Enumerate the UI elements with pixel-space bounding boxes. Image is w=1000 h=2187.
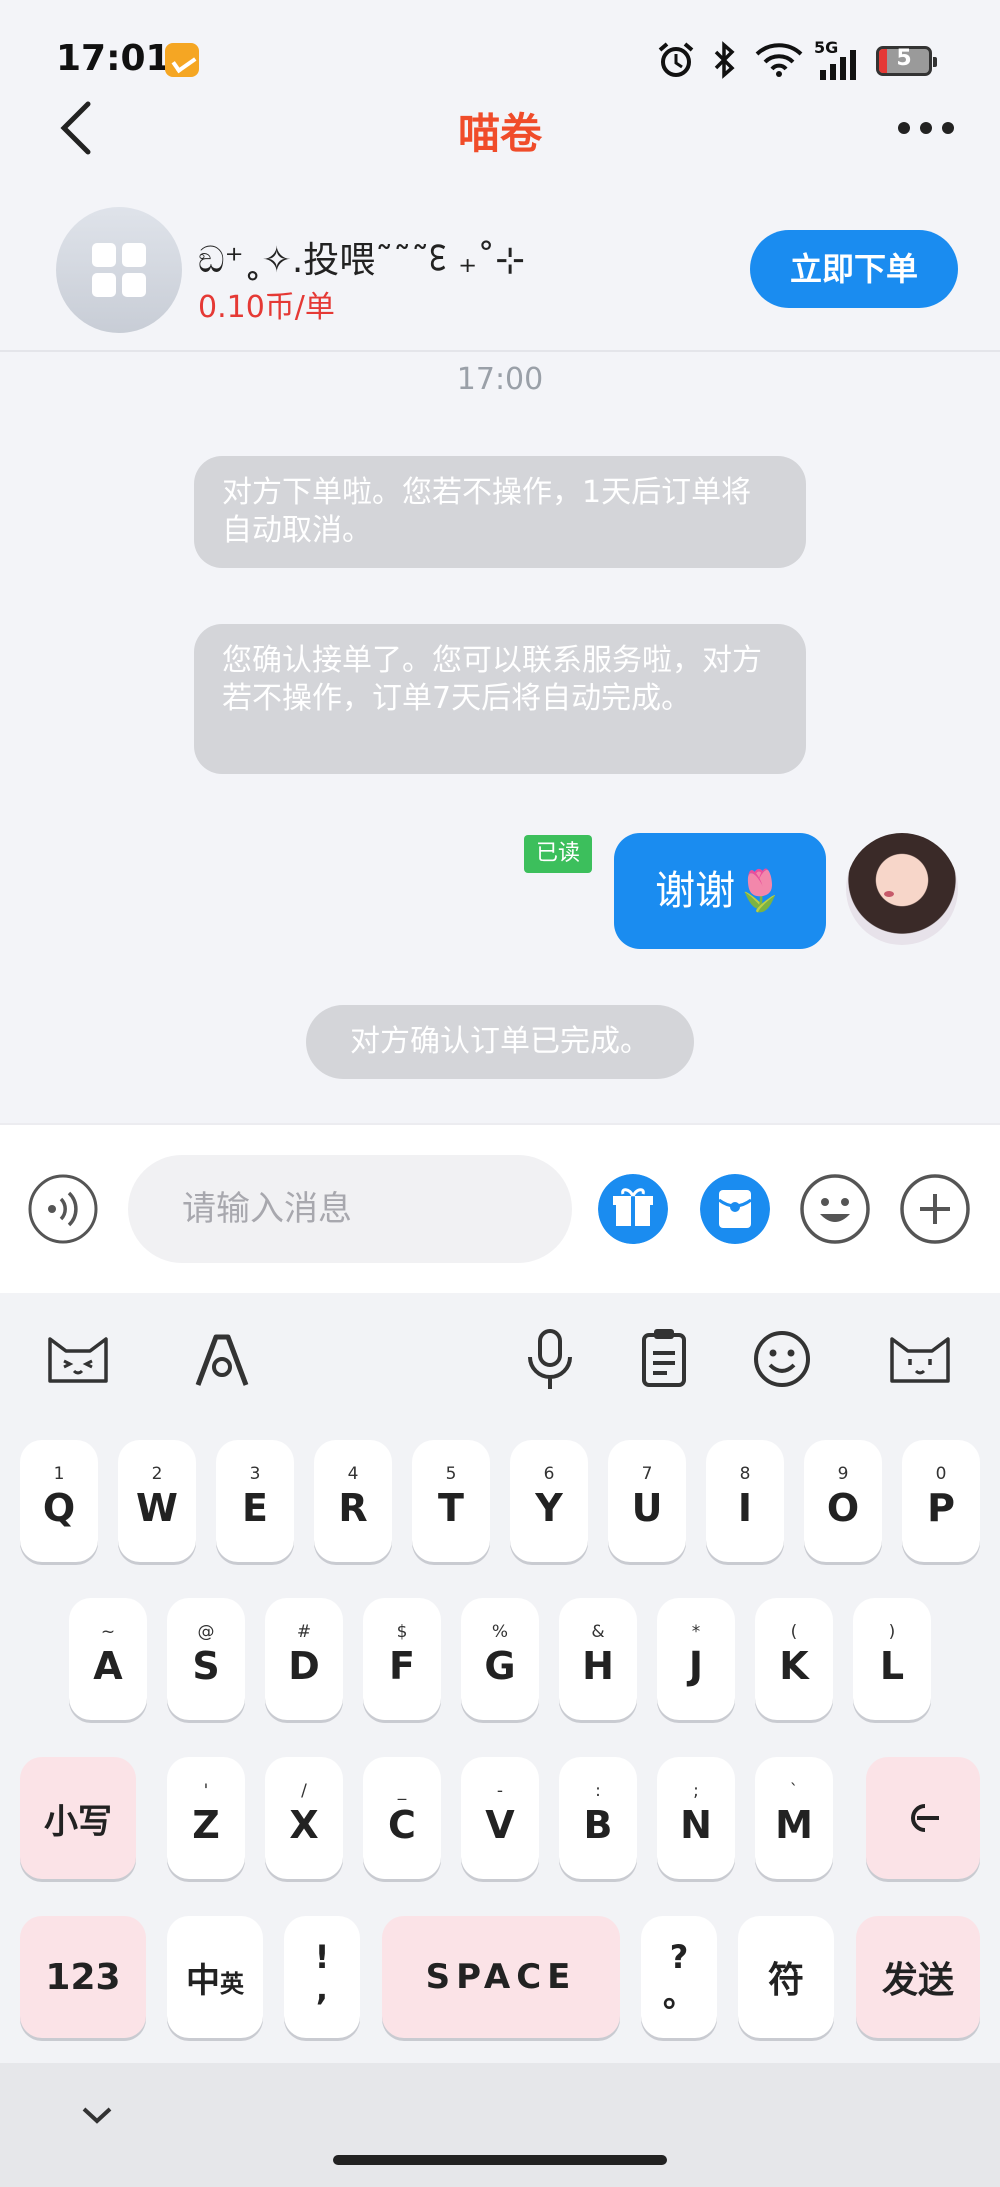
cat-face-icon[interactable]	[42, 1323, 114, 1395]
signal-icon	[820, 50, 856, 80]
key-x[interactable]: / X	[265, 1757, 343, 1879]
key-p[interactable]: 0P	[902, 1440, 980, 1562]
bluetooth-icon	[714, 41, 735, 79]
language-switch-key[interactable]: 中英	[167, 1916, 263, 2038]
key-u[interactable]: 7U	[608, 1440, 686, 1562]
keyboard: 1Q 2W 3E 4R 5T 6Y 7U 8I 9O 0P ~ A @ S # D $…	[0, 1293, 1000, 2063]
status-time: 17:01	[56, 38, 171, 79]
collapse-keyboard-icon[interactable]	[80, 2103, 114, 2127]
emoji-icon[interactable]	[800, 1174, 870, 1244]
key-z[interactable]: ' Z	[167, 1757, 245, 1879]
alarm-icon	[658, 42, 694, 77]
key-k[interactable]: (K	[755, 1598, 833, 1720]
key-f[interactable]: $ F	[363, 1598, 441, 1720]
gift-icon[interactable]	[598, 1174, 668, 1244]
key-h[interactable]: & H	[559, 1598, 637, 1720]
key-d[interactable]: # D	[265, 1598, 343, 1720]
voice-input-icon[interactable]	[28, 1174, 98, 1244]
keyboard-bottom-bar	[0, 2063, 1000, 2187]
key-q[interactable]: 1Q	[20, 1440, 98, 1562]
shift-key[interactable]: 小写	[20, 1757, 136, 1879]
key-e[interactable]: 3E	[216, 1440, 294, 1562]
key-i[interactable]: 8I	[706, 1440, 784, 1562]
add-icon[interactable]	[900, 1174, 970, 1244]
key-c[interactable]: _ C	[363, 1757, 441, 1879]
space-key[interactable]: SPACE	[382, 1916, 620, 2038]
system-message: 您确认接单了。您可以联系服务啦，对方若不操作，订单7天后将自动完成。	[194, 624, 806, 774]
smiley-icon[interactable]	[746, 1323, 818, 1395]
app-notification-icon	[165, 43, 199, 77]
clipboard-icon[interactable]	[628, 1323, 700, 1395]
key-n[interactable]: ; N	[657, 1757, 735, 1879]
my-message-bubble[interactable]: 谢谢🌷	[614, 833, 826, 949]
cat-face-icon[interactable]	[884, 1323, 956, 1395]
product-price: 0.10币/单	[198, 290, 335, 325]
order-now-button[interactable]: 立即下单	[750, 230, 958, 308]
key-a[interactable]: ~ A	[69, 1598, 147, 1720]
wifi-icon	[755, 43, 803, 77]
symbols-key[interactable]: 符	[738, 1916, 834, 2038]
key-l[interactable]: ) L	[853, 1598, 931, 1720]
send-key[interactable]: 发送	[856, 1916, 980, 2038]
key-r[interactable]: 4R	[314, 1440, 392, 1562]
home-indicator	[333, 2155, 667, 2165]
product-card: ඞ⁺˳✧.投喂˜˜˜ᢄ ₊˚⊹ 0.10币/单 立即下单	[0, 190, 1000, 352]
microphone-icon[interactable]	[514, 1323, 586, 1395]
page-title: 喵卷	[457, 109, 542, 158]
more-options-icon[interactable]	[896, 116, 956, 140]
key-o[interactable]: 9O	[804, 1440, 882, 1562]
numbers-key[interactable]: 123	[20, 1916, 146, 2038]
punctuation-key[interactable]: ! ,	[284, 1916, 360, 2038]
order-complete-message: 对方确认订单已完成。	[306, 1005, 694, 1079]
read-status-badge: 已读	[524, 835, 592, 873]
input-method-logo-icon[interactable]	[186, 1323, 258, 1395]
key-s[interactable]: @ S	[167, 1598, 245, 1720]
red-packet-icon[interactable]	[700, 1174, 770, 1244]
key-b[interactable]: :B	[559, 1757, 637, 1879]
user-avatar[interactable]	[846, 833, 958, 945]
message-input[interactable]	[128, 1155, 572, 1263]
key-t[interactable]: 5T	[412, 1440, 490, 1562]
status-bar: 17:01 5G 5	[0, 0, 1000, 110]
product-name: ඞ⁺˳✧.投喂˜˜˜ᢄ ₊˚⊹	[198, 240, 526, 281]
system-message: 对方下单啦。您若不操作，1天后订单将自动取消。	[194, 456, 806, 568]
key-m[interactable]: ` M	[755, 1757, 833, 1879]
question-key[interactable]: ? 。	[641, 1916, 717, 2038]
key-j[interactable]: * J	[657, 1598, 735, 1720]
key-w[interactable]: 2W	[118, 1440, 196, 1562]
key-g[interactable]: % G	[461, 1598, 539, 1720]
backspace-key[interactable]	[866, 1757, 980, 1879]
backspace-icon	[911, 1804, 939, 1832]
message-input-bar	[0, 1123, 1000, 1295]
product-apps-icon	[56, 207, 182, 333]
chat-timestamp: 17:00	[456, 362, 544, 397]
key-v[interactable]: -V	[461, 1757, 539, 1879]
key-y[interactable]: 6Y	[510, 1440, 588, 1562]
battery-indicator: 5	[876, 46, 937, 76]
